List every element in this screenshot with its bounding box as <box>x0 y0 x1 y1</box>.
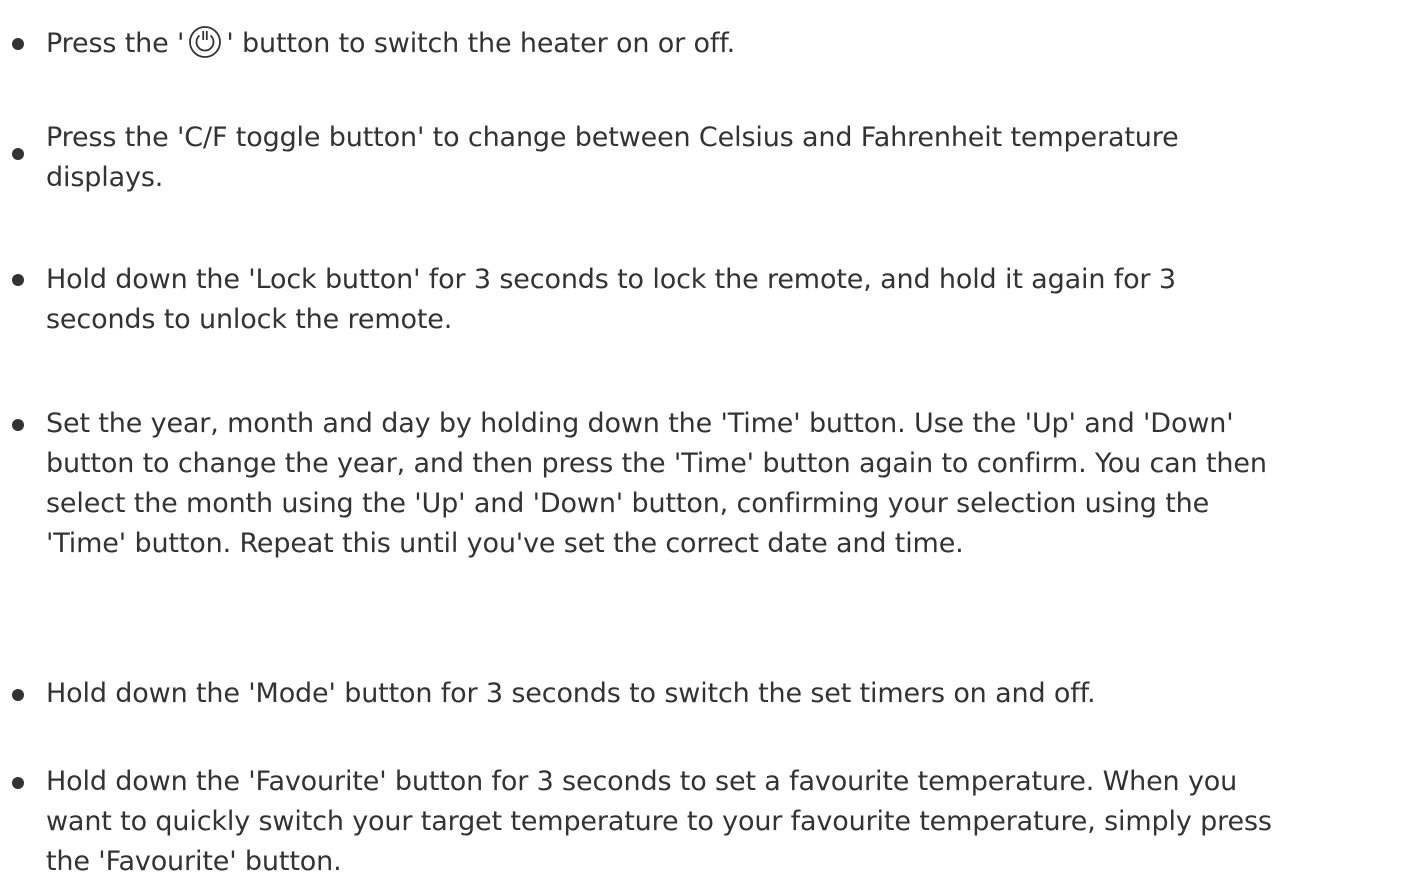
item-text-line: select the month using the 'Up' and 'Dow… <box>46 488 1210 519</box>
item-text-line: seconds to unlock the remote. <box>46 304 453 335</box>
item-text-line: button to change the year, and then pres… <box>46 448 1267 479</box>
item-text-line: 'Time' button. Repeat this until you've … <box>46 528 964 559</box>
item-text-line: Hold down the 'Favourite' button for 3 s… <box>46 766 1238 797</box>
item-text-line: want to quickly switch your target tempe… <box>46 806 1272 837</box>
bullet <box>12 777 24 789</box>
item-text-line: Hold down the 'Mode' button for 3 second… <box>46 678 1096 709</box>
item-text-line: Press the 'C/F toggle button' to change … <box>46 122 1179 153</box>
item-text-line: the 'Favourite' button. <box>46 846 342 877</box>
bullet <box>12 148 24 160</box>
item-text-prefix: Press the ' <box>46 28 185 59</box>
bullet <box>12 689 24 701</box>
item-text-line: displays. <box>46 162 164 193</box>
power-icon <box>188 25 222 59</box>
bullet <box>12 419 24 431</box>
item-text: ' button to switch the heater on or off. <box>226 28 736 59</box>
item-text-line: Set the year, month and day by holding d… <box>46 408 1234 439</box>
bullet <box>12 274 24 286</box>
item-text-line: Hold down the 'Lock button' for 3 second… <box>46 264 1176 295</box>
bullet <box>12 38 24 50</box>
